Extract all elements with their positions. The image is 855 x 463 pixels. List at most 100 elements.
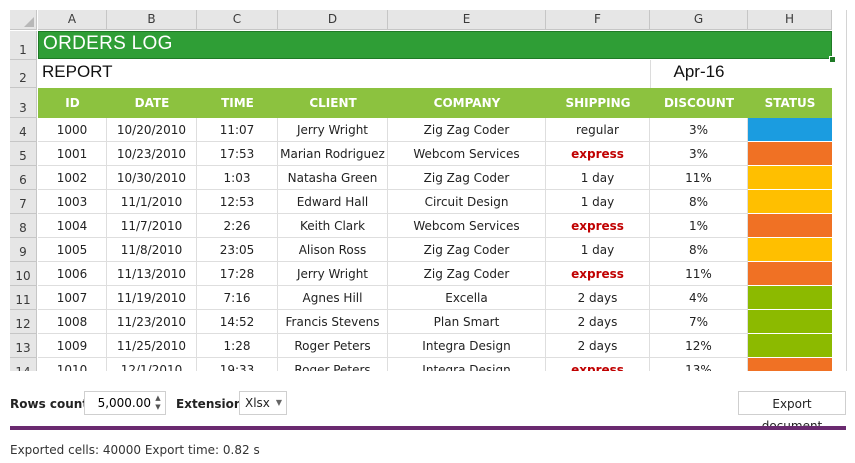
header-cell-discount[interactable]: DISCOUNT — [650, 88, 748, 118]
cell-client[interactable]: Alison Ross — [278, 238, 388, 262]
cell-shipping[interactable]: express — [546, 214, 650, 238]
cell-status[interactable] — [748, 166, 832, 190]
cell-discount[interactable]: 3% — [650, 142, 748, 166]
cell-date[interactable]: 11/8/2010 — [107, 238, 197, 262]
selection-fill-handle[interactable] — [829, 56, 836, 63]
export-document-button[interactable]: Export document — [738, 391, 846, 433]
cell-status[interactable] — [748, 358, 832, 371]
cell-client[interactable]: Natasha Green — [278, 166, 388, 190]
cell-id[interactable]: 1006 — [38, 262, 107, 286]
cell-status[interactable] — [748, 190, 832, 214]
row-header-3[interactable]: 3 — [10, 88, 37, 118]
cell-shipping[interactable]: 1 day — [546, 190, 650, 214]
cell-shipping[interactable]: 2 days — [546, 334, 650, 358]
row-header-7[interactable]: 7 — [10, 190, 37, 214]
cell-status[interactable] — [748, 238, 832, 262]
cell-shipping[interactable]: express — [546, 142, 650, 166]
header-cell-date[interactable]: DATE — [107, 88, 197, 118]
cell-discount[interactable]: 3% — [650, 118, 748, 142]
row-header-9[interactable]: 9 — [10, 238, 37, 262]
spreadsheet-preview[interactable]: ABCDEFGH 1234567891011121314 ORDERS LOG … — [10, 10, 847, 371]
cell-status[interactable] — [748, 286, 832, 310]
cell-date[interactable]: 11/1/2010 — [107, 190, 197, 214]
title-cell[interactable]: ORDERS LOG — [38, 31, 832, 59]
cell-company[interactable]: Zig Zag Coder — [388, 238, 546, 262]
cell-status[interactable] — [748, 262, 832, 286]
cell-client[interactable]: Francis Stevens — [278, 310, 388, 334]
cell-date[interactable]: 12/1/2010 — [107, 358, 197, 371]
cell-shipping[interactable]: express — [546, 358, 650, 371]
cell-status[interactable] — [748, 118, 832, 142]
row-header-12[interactable]: 12 — [10, 310, 37, 334]
cell-discount[interactable]: 8% — [650, 238, 748, 262]
cell-company[interactable]: Integra Design — [388, 358, 546, 371]
cell-discount[interactable]: 13% — [650, 358, 748, 371]
cell-discount[interactable]: 11% — [650, 262, 748, 286]
cell-company[interactable]: Integra Design — [388, 334, 546, 358]
cell-shipping[interactable]: express — [546, 262, 650, 286]
cell-company[interactable]: Zig Zag Coder — [388, 262, 546, 286]
row-header-13[interactable]: 13 — [10, 334, 37, 358]
cell-client[interactable]: Roger Peters — [278, 334, 388, 358]
rows-count-stepper[interactable]: ▲ ▼ — [84, 391, 166, 415]
cell-time[interactable]: 17:53 — [197, 142, 278, 166]
cell-status[interactable] — [748, 214, 832, 238]
cell-discount[interactable]: 1% — [650, 214, 748, 238]
cell-shipping[interactable]: 2 days — [546, 286, 650, 310]
cell-time[interactable]: 14:52 — [197, 310, 278, 334]
extension-dropdown[interactable]: Xlsx ▼ — [239, 391, 287, 415]
row-header-6[interactable]: 6 — [10, 166, 37, 190]
cell-discount[interactable]: 11% — [650, 166, 748, 190]
cell-client[interactable]: Agnes Hill — [278, 286, 388, 310]
stepper-down-icon[interactable]: ▼ — [153, 403, 163, 412]
cell-date[interactable]: 10/30/2010 — [107, 166, 197, 190]
cell-id[interactable]: 1004 — [38, 214, 107, 238]
column-header-c[interactable]: C — [197, 10, 278, 30]
cell-id[interactable]: 1005 — [38, 238, 107, 262]
cell-company[interactable]: Circuit Design — [388, 190, 546, 214]
cell-id[interactable]: 1000 — [38, 118, 107, 142]
cell-id[interactable]: 1007 — [38, 286, 107, 310]
column-header-e[interactable]: E — [388, 10, 546, 30]
header-cell-client[interactable]: CLIENT — [278, 88, 388, 118]
row-header-14[interactable]: 14 — [10, 358, 37, 371]
header-cell-shipping[interactable]: SHIPPING — [546, 88, 650, 118]
cell-company[interactable]: Excella — [388, 286, 546, 310]
cell-time[interactable]: 23:05 — [197, 238, 278, 262]
cell-discount[interactable]: 12% — [650, 334, 748, 358]
cell-discount[interactable]: 8% — [650, 190, 748, 214]
cell-company[interactable]: Zig Zag Coder — [388, 166, 546, 190]
cell-time[interactable]: 7:16 — [197, 286, 278, 310]
cell-time[interactable]: 19:33 — [197, 358, 278, 371]
cell-company[interactable]: Zig Zag Coder — [388, 118, 546, 142]
row-header-5[interactable]: 5 — [10, 142, 37, 166]
header-cell-status[interactable]: STATUS — [748, 88, 832, 118]
cell-client[interactable]: Jerry Wright — [278, 118, 388, 142]
cell-time[interactable]: 2:26 — [197, 214, 278, 238]
cell-date[interactable]: 10/20/2010 — [107, 118, 197, 142]
cell-date[interactable]: 11/13/2010 — [107, 262, 197, 286]
cell-client[interactable]: Roger Peters — [278, 358, 388, 371]
stepper-up-icon[interactable]: ▲ — [153, 394, 163, 403]
cell-status[interactable] — [748, 334, 832, 358]
cell-id[interactable]: 1009 — [38, 334, 107, 358]
cell-status[interactable] — [748, 310, 832, 334]
cell-date[interactable]: 11/23/2010 — [107, 310, 197, 334]
cell-date[interactable]: 11/25/2010 — [107, 334, 197, 358]
cell-id[interactable]: 1003 — [38, 190, 107, 214]
cell-id[interactable]: 1002 — [38, 166, 107, 190]
cell-time[interactable]: 17:28 — [197, 262, 278, 286]
column-header-h[interactable]: H — [748, 10, 832, 30]
cell-shipping[interactable]: 1 day — [546, 166, 650, 190]
cell-time[interactable]: 11:07 — [197, 118, 278, 142]
cell-discount[interactable]: 4% — [650, 286, 748, 310]
row-header-1[interactable]: 1 — [10, 31, 37, 60]
header-cell-time[interactable]: TIME — [197, 88, 278, 118]
header-cell-id[interactable]: ID — [38, 88, 107, 118]
cell-company[interactable]: Webcom Services — [388, 142, 546, 166]
cell-client[interactable]: Keith Clark — [278, 214, 388, 238]
cell-id[interactable]: 1008 — [38, 310, 107, 334]
column-header-g[interactable]: G — [650, 10, 748, 30]
cell-time[interactable]: 1:03 — [197, 166, 278, 190]
cell-client[interactable]: Marian Rodriguez — [278, 142, 388, 166]
